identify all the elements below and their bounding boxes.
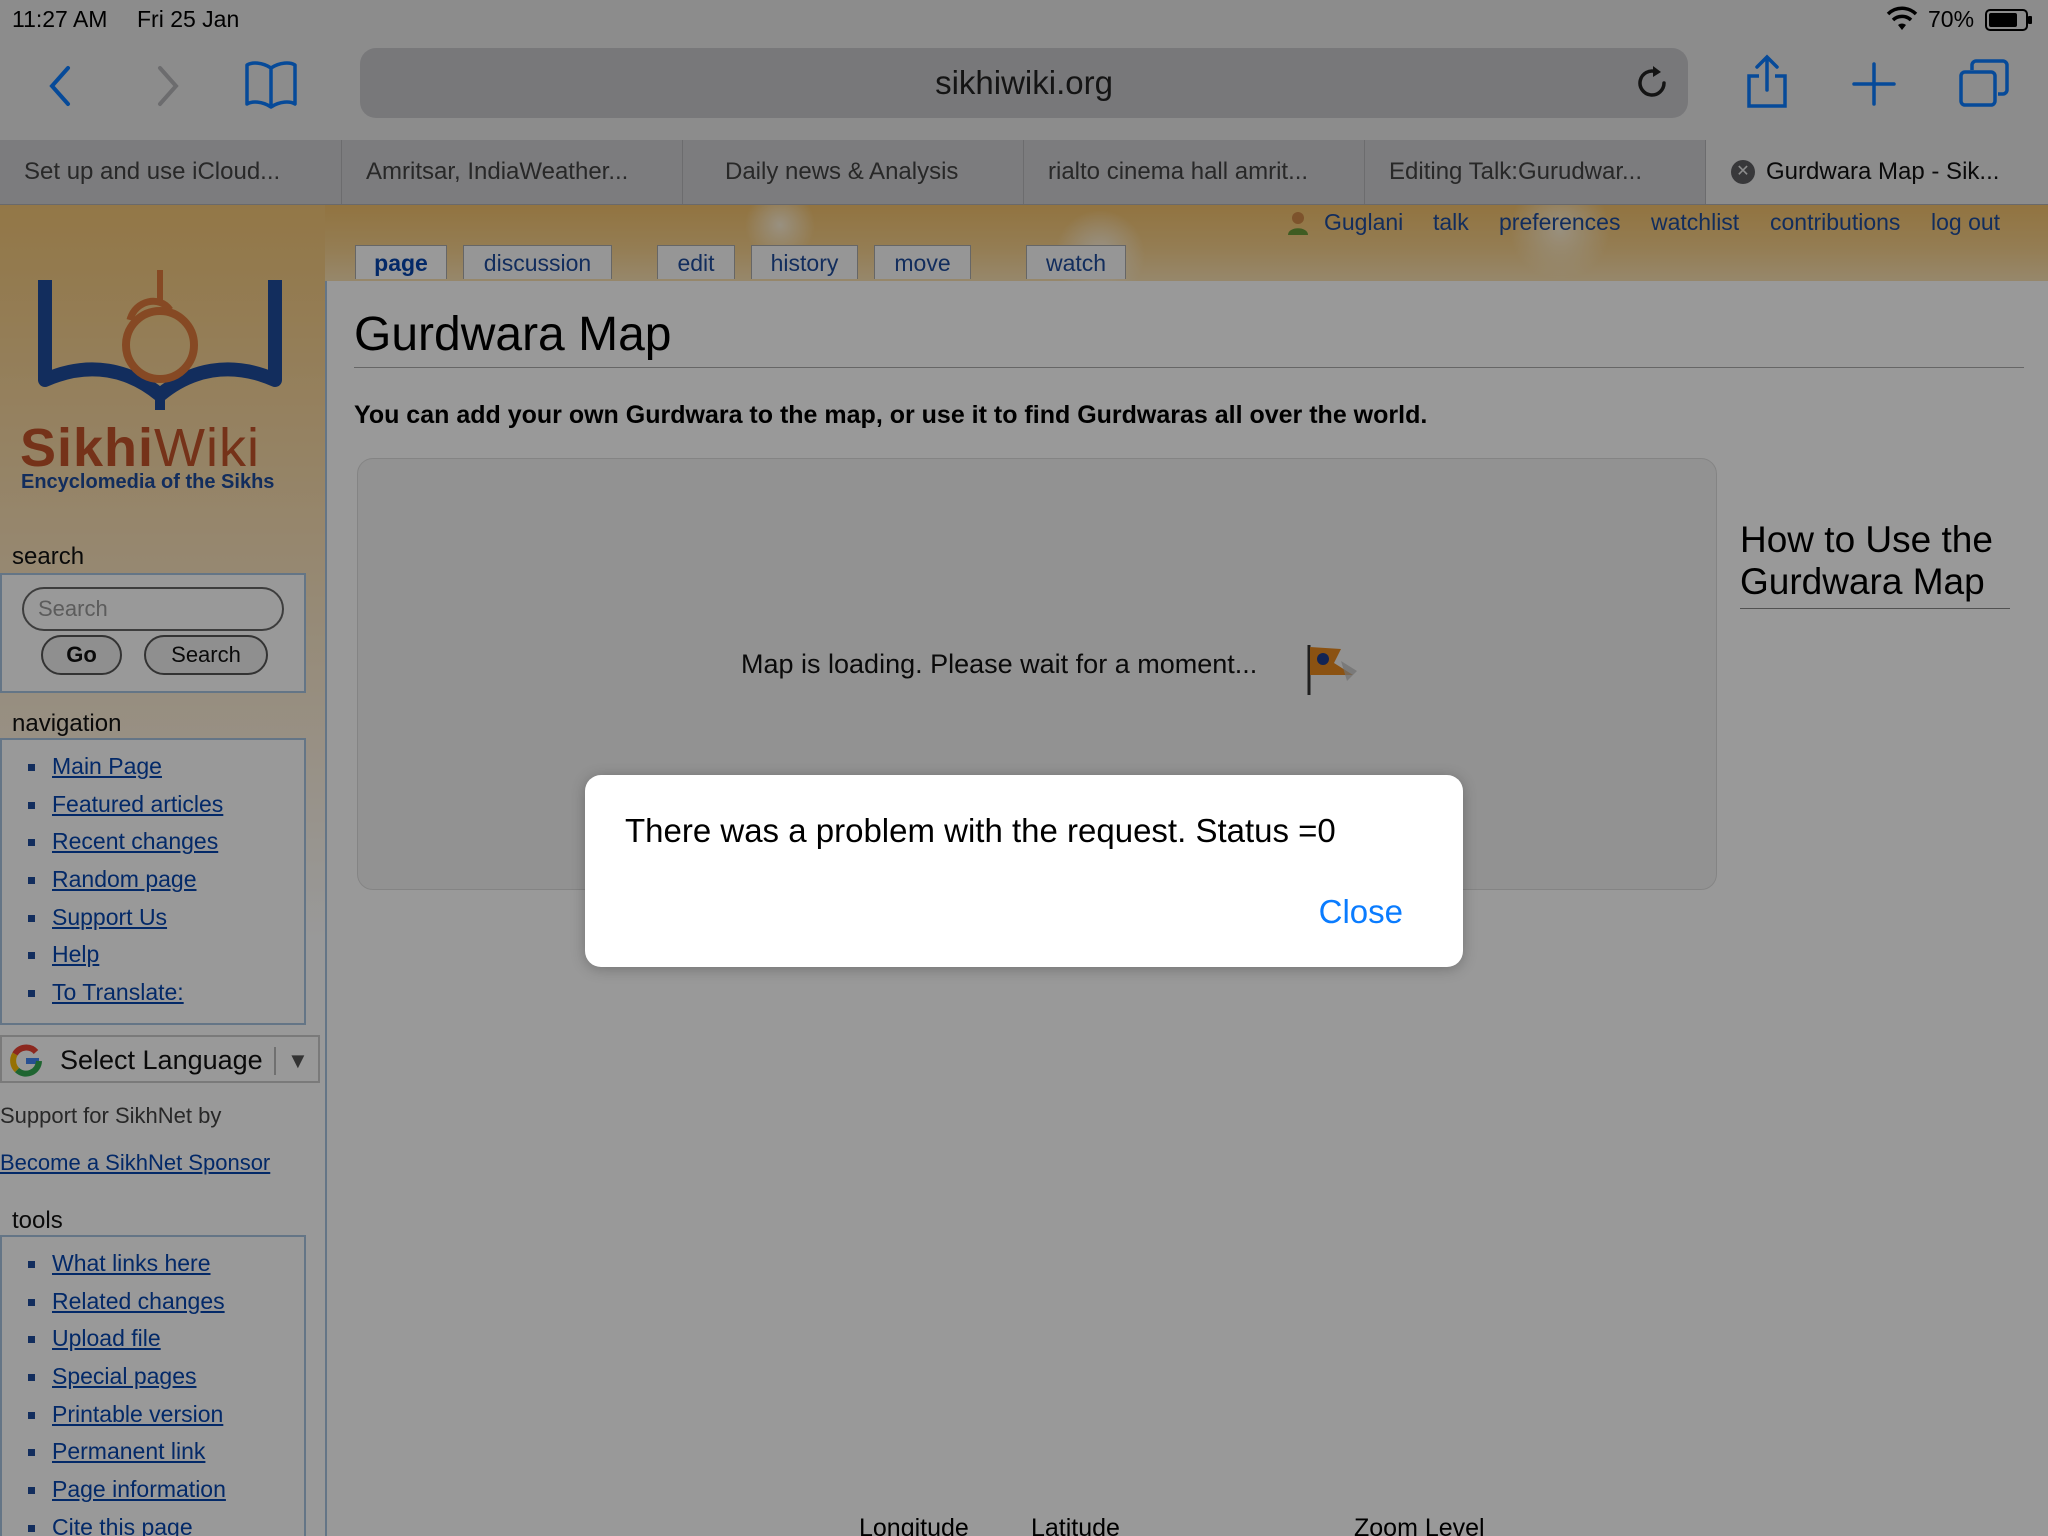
- alert-dialog: There was a problem with the request. St…: [585, 775, 1463, 967]
- modal-overlay: [0, 0, 2048, 1536]
- close-button[interactable]: Close: [1319, 893, 1403, 931]
- alert-message: There was a problem with the request. St…: [625, 812, 1336, 849]
